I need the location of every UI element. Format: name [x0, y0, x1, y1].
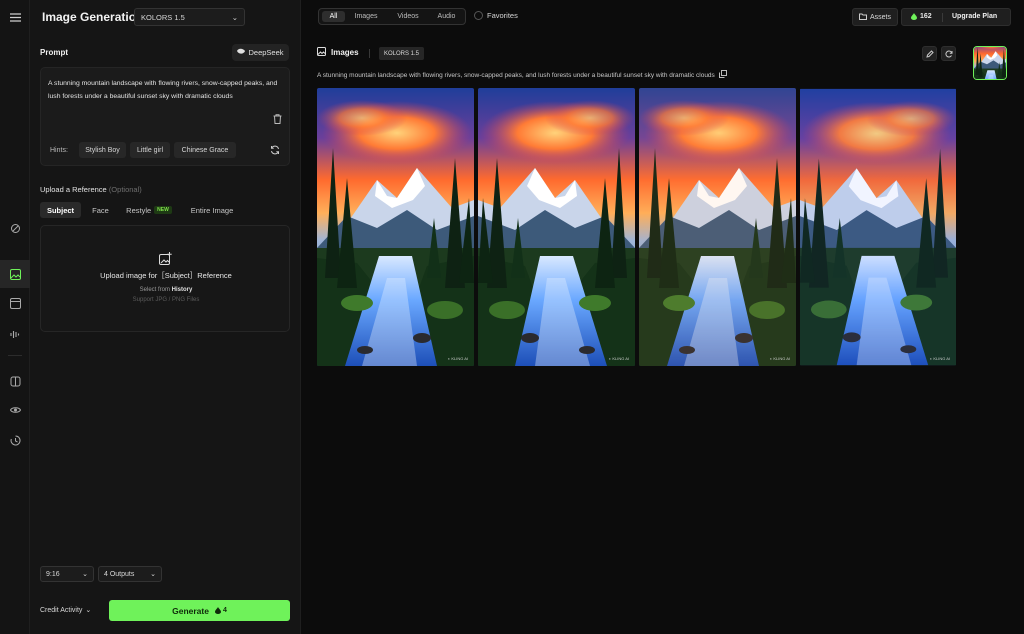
- header-divider: [369, 49, 370, 58]
- filter-all[interactable]: All: [322, 11, 345, 22]
- filter-images[interactable]: Images: [349, 11, 383, 22]
- description-text: A stunning mountain landscape with flowi…: [317, 71, 715, 79]
- watermark: ◐ KLING AI: [447, 356, 468, 361]
- left-rail: [0, 0, 30, 634]
- tab-entire-image[interactable]: Entire Image: [185, 202, 239, 218]
- generated-image[interactable]: ◐ KLING AI: [317, 88, 474, 366]
- top-bar: All Images Videos Audio Favorites Assets…: [301, 0, 1024, 34]
- generate-label: Generate: [172, 605, 209, 616]
- generate-button[interactable]: Generate 4: [109, 600, 290, 621]
- trash-icon[interactable]: [273, 114, 282, 126]
- history-link[interactable]: History: [172, 287, 193, 293]
- folder-icon: [858, 13, 867, 22]
- hint-chip[interactable]: Stylish Boy: [79, 142, 126, 158]
- select-history[interactable]: Select from History: [41, 287, 291, 293]
- tools-icon[interactable]: [0, 214, 30, 242]
- model-badge: KOLORS 1.5: [379, 47, 425, 60]
- watermark: ◐ KLING AI: [769, 356, 790, 361]
- chevron-down-icon: ⌄: [85, 607, 92, 614]
- divider: [942, 13, 943, 22]
- chevron-down-icon: ⌄: [231, 12, 238, 22]
- hint-chip[interactable]: Little girl: [130, 142, 170, 158]
- support-text: Support JPG / PNG Files: [132, 297, 200, 303]
- credit-balance: 162: [911, 13, 932, 20]
- generated-image[interactable]: ◐ KLING AI: [478, 88, 635, 366]
- credit-icon: [214, 607, 221, 614]
- outputs-value: 4 Outputs: [104, 570, 135, 578]
- generated-image[interactable]: ◐ KLING AI: [800, 88, 956, 366]
- refresh-icon: [944, 50, 952, 57]
- upgrade-plan-button[interactable]: Upgrade Plan: [952, 13, 997, 20]
- eye-icon[interactable]: [0, 396, 30, 424]
- kling-logo-icon: ◐: [769, 356, 773, 361]
- result-description: A stunning mountain landscape with flowi…: [317, 70, 727, 80]
- assets-button[interactable]: Assets: [852, 8, 898, 26]
- video-icon[interactable]: [0, 289, 30, 317]
- aspect-ratio-select[interactable]: 9:16 ⌄: [40, 566, 94, 582]
- favorites-label: Favorites: [487, 11, 518, 20]
- page-title: Image Generation: [42, 10, 144, 24]
- history-icon[interactable]: [0, 426, 30, 454]
- model-select[interactable]: KOLORS 1.5 ⌄: [134, 8, 245, 26]
- credit-activity-button[interactable]: Credit Activity ⌄: [40, 606, 92, 615]
- deepseek-label: DeepSeek: [248, 48, 284, 57]
- checkbox[interactable]: [474, 11, 483, 20]
- optional-label: (Optional): [108, 185, 142, 194]
- new-badge: NEW: [154, 206, 172, 214]
- refresh-icon[interactable]: [270, 145, 280, 157]
- kling-logo-icon: ◐: [929, 356, 933, 361]
- rail-divider: [8, 355, 22, 356]
- prompt-label: Prompt: [40, 48, 68, 57]
- credit-icon: [911, 13, 917, 20]
- aspect-ratio-value: 9:16: [46, 570, 60, 578]
- upload-title: Upload image for［Subject］Reference: [100, 271, 232, 280]
- kling-logo-icon: ◐: [608, 356, 612, 361]
- regenerate-button[interactable]: [941, 46, 956, 61]
- reference-label: Upload a Reference (Optional): [40, 185, 142, 194]
- results-title: Images: [331, 48, 359, 57]
- hint-chip[interactable]: Chinese Grace: [174, 142, 236, 158]
- tab-face[interactable]: Face: [86, 202, 115, 218]
- history-thumbnail[interactable]: [973, 46, 1007, 80]
- favorites-toggle[interactable]: Favorites: [474, 11, 518, 20]
- edit-button[interactable]: [922, 46, 937, 61]
- tab-restyle[interactable]: Restyle NEW: [120, 202, 178, 218]
- filter-videos[interactable]: Videos: [391, 11, 425, 22]
- kling-logo-icon: ◐: [447, 356, 451, 361]
- credits-upgrade-bar[interactable]: 162 Upgrade Plan: [901, 8, 1011, 26]
- results-header: Images: [317, 47, 359, 58]
- generation-panel: Image Generation KOLORS 1.5 ⌄ Prompt Dee…: [30, 0, 301, 634]
- chevron-down-icon: ⌄: [82, 571, 88, 578]
- deepseek-button[interactable]: DeepSeek: [232, 44, 289, 61]
- generated-image[interactable]: ◐ KLING AI: [639, 88, 796, 366]
- credit-activity-label: Credit Activity: [40, 606, 83, 614]
- pencil-icon: [925, 49, 934, 58]
- prompt-input[interactable]: A stunning mountain landscape with flowi…: [40, 67, 290, 166]
- chevron-down-icon: ⌄: [150, 571, 156, 578]
- generate-cost: 4: [214, 607, 227, 614]
- prompt-text[interactable]: A stunning mountain landscape with flowi…: [48, 77, 286, 103]
- upload-image-icon: [159, 252, 172, 267]
- menu-icon[interactable]: [0, 3, 30, 31]
- watermark: ◐ KLING AI: [608, 356, 629, 361]
- image-icon[interactable]: [0, 260, 30, 288]
- audio-icon[interactable]: [0, 320, 30, 348]
- model-select-value: KOLORS 1.5: [141, 12, 185, 22]
- tab-subject[interactable]: Subject: [40, 202, 81, 218]
- outputs-select[interactable]: 4 Outputs ⌄: [98, 566, 162, 582]
- deepseek-icon: [237, 48, 246, 57]
- hints-label: Hints:: [50, 147, 68, 154]
- watermark: ◐ KLING AI: [929, 356, 950, 361]
- upload-dropzone[interactable]: Upload image for［Subject］Reference Selec…: [40, 225, 290, 332]
- box-icon[interactable]: [0, 367, 30, 395]
- images-icon: [317, 47, 326, 58]
- copy-icon[interactable]: [718, 70, 727, 80]
- assets-label: Assets: [869, 13, 891, 21]
- media-filter: All Images Videos Audio: [318, 8, 466, 25]
- filter-audio[interactable]: Audio: [431, 11, 462, 22]
